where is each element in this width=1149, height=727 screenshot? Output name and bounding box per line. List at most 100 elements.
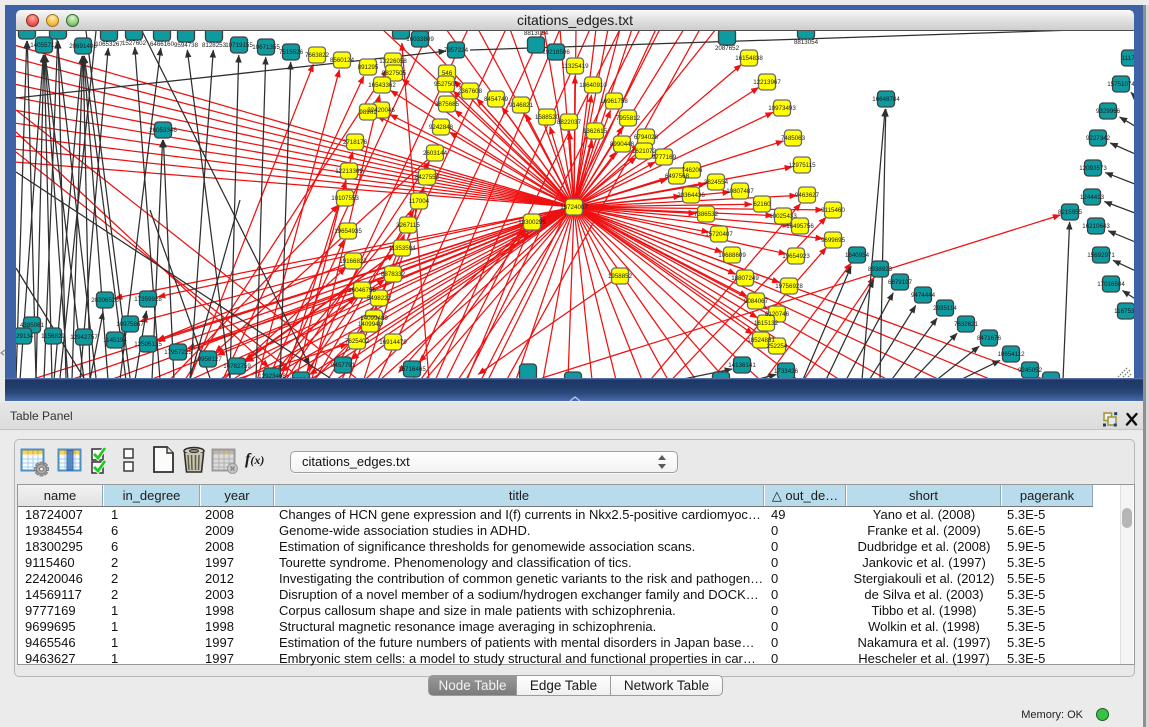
svg-text:1733426: 1733426	[774, 368, 799, 375]
svg-text:9463627: 9463627	[795, 192, 820, 199]
svg-text:9827505: 9827505	[382, 70, 407, 77]
svg-text:8128253: 8128253	[202, 42, 227, 49]
svg-text:9527505: 9527505	[434, 81, 459, 88]
svg-text:18640910: 18640910	[579, 82, 607, 89]
svg-text:19166827: 19166827	[339, 258, 367, 265]
svg-text:6879197: 6879197	[888, 279, 913, 286]
svg-text:10973493: 10973493	[768, 105, 796, 112]
svg-text:117004: 117004	[409, 198, 430, 205]
svg-text:16210643: 16210643	[1082, 223, 1110, 230]
svg-text:2935114: 2935114	[933, 305, 957, 312]
svg-text:17016504: 17016504	[1097, 281, 1125, 288]
svg-text:1156829: 1156829	[41, 333, 65, 340]
svg-text:12923468: 12923468	[258, 373, 286, 378]
svg-text:8427552: 8427552	[415, 174, 440, 181]
svg-text:10025433: 10025433	[769, 213, 797, 220]
svg-text:9227342: 9227342	[1086, 135, 1111, 142]
svg-text:8215955: 8215955	[1058, 209, 1083, 216]
svg-text:12975115: 12975115	[788, 162, 816, 169]
svg-text:746206: 746206	[682, 167, 703, 174]
svg-text:17359928: 17359928	[134, 296, 162, 303]
svg-text:3875685: 3875685	[435, 101, 460, 108]
svg-text:1409948: 1409948	[358, 321, 383, 328]
svg-text:6794028: 6794028	[634, 134, 659, 141]
svg-text:1615132: 1615132	[754, 320, 779, 327]
svg-text:11353594: 11353594	[388, 245, 416, 252]
svg-text:14136141: 14136141	[728, 362, 756, 369]
svg-text:6120746: 6120746	[765, 311, 790, 318]
svg-text:1167533: 1167533	[1114, 308, 1134, 315]
svg-text:9242848: 9242848	[429, 124, 454, 131]
svg-text:14055713: 14055713	[30, 42, 58, 49]
svg-text:1640954: 1640954	[845, 252, 870, 259]
svg-text:5498222: 5498222	[367, 295, 392, 302]
svg-text:7485063: 7485063	[781, 135, 806, 142]
svg-text:19654935: 19654935	[334, 228, 362, 235]
svg-text:20206526: 20206526	[91, 297, 119, 304]
svg-text:16782759: 16782759	[223, 363, 251, 370]
svg-text:3824554: 3824554	[704, 179, 729, 186]
svg-text:1362615: 1362615	[583, 128, 608, 135]
svg-text:9146821: 9146821	[509, 102, 534, 109]
svg-text:19654923: 19654923	[782, 253, 810, 260]
svg-text:16033809: 16033809	[406, 36, 434, 43]
svg-text:18807249: 18807249	[731, 275, 759, 282]
svg-text:10688609: 10688609	[718, 252, 746, 259]
svg-text:3267115: 3267115	[396, 222, 420, 229]
svg-text:6466160: 6466160	[150, 41, 175, 48]
svg-text:1292346: 1292346	[289, 377, 314, 378]
svg-text:9329966: 9329966	[1096, 108, 1121, 115]
svg-text:9699695: 9699695	[821, 237, 846, 244]
svg-text:8813054: 8813054	[524, 31, 549, 37]
svg-text:12942757: 12942757	[70, 334, 98, 341]
svg-text:18300295: 18300295	[518, 219, 546, 226]
svg-text:11173: 11173	[1122, 55, 1134, 62]
svg-text:7955812: 7955812	[616, 115, 641, 122]
svg-text:1527602: 1527602	[122, 40, 147, 47]
svg-text:9777169: 9777169	[652, 154, 677, 161]
svg-text:20364436: 20364436	[677, 192, 705, 199]
svg-text:9084067: 9084067	[744, 298, 769, 305]
svg-text:26053346: 26053346	[149, 127, 177, 134]
svg-text:8938923: 8938923	[868, 266, 893, 273]
svg-text:546: 546	[442, 70, 453, 77]
svg-text:15716465: 15716465	[398, 366, 426, 373]
svg-text:10654112: 10654112	[997, 351, 1025, 358]
svg-text:8560124: 8560124	[330, 57, 355, 64]
svg-text:10107553: 10107553	[331, 195, 359, 202]
svg-text:10653267: 10653267	[95, 41, 123, 48]
svg-text:17957225: 17957225	[164, 349, 192, 356]
svg-text:16495756: 16495756	[786, 223, 814, 230]
svg-text:16961758: 16961758	[600, 98, 628, 105]
svg-text:9457791: 9457791	[331, 362, 356, 369]
svg-text:16154838: 16154838	[735, 55, 763, 62]
svg-text:15720407: 15720407	[705, 231, 733, 238]
svg-text:9474444: 9474444	[911, 292, 936, 299]
svg-text:8471676: 8471676	[977, 335, 1002, 342]
svg-text:9594738: 9594738	[174, 42, 199, 49]
svg-text:62160: 62160	[753, 201, 771, 208]
svg-text:13226058: 13226058	[379, 58, 407, 65]
svg-text:10807487: 10807487	[726, 188, 754, 195]
svg-text:12213369: 12213369	[335, 168, 363, 175]
svg-text:1145194: 1145194	[103, 337, 127, 344]
svg-text:7515526: 7515526	[279, 49, 304, 56]
svg-text:1244413: 1244413	[1080, 194, 1105, 201]
svg-text:7357224: 7357224	[444, 47, 469, 54]
svg-text:4385061: 4385061	[20, 322, 45, 329]
svg-text:9115460: 9115460	[821, 207, 845, 214]
svg-text:9245052: 9245052	[1018, 367, 1043, 374]
svg-text:16046756: 16046756	[348, 287, 376, 294]
svg-text:2603144: 2603144	[423, 150, 448, 157]
svg-text:2718176: 2718176	[343, 139, 368, 146]
svg-text:10671355: 10671355	[252, 44, 280, 51]
svg-text:12505135: 12505135	[134, 341, 162, 348]
svg-text:7625402: 7625402	[345, 338, 370, 345]
svg-text:12213967: 12213967	[753, 79, 781, 86]
svg-text:20691406: 20691406	[69, 43, 97, 50]
svg-text:7386532: 7386532	[694, 211, 719, 218]
svg-text:829134: 829134	[16, 333, 34, 340]
svg-text:8454749: 8454749	[484, 96, 509, 103]
svg-text:18724007: 18724007	[560, 204, 588, 211]
svg-text:98901: 98901	[359, 109, 377, 116]
